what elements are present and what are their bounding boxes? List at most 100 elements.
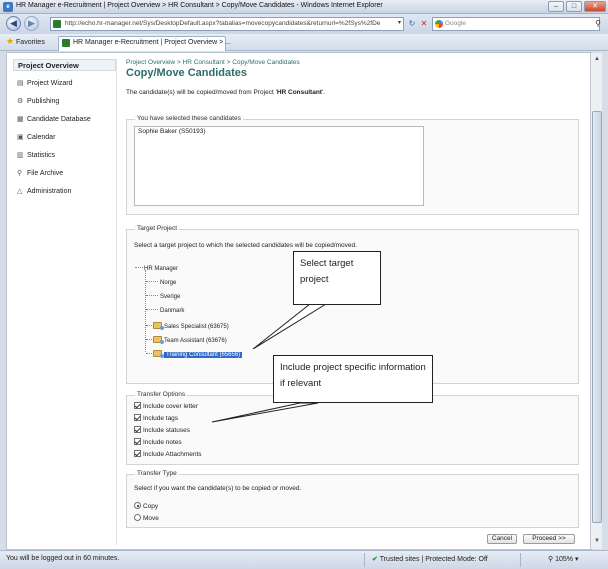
- favorites-button[interactable]: ★ Favorites: [6, 36, 45, 47]
- close-button[interactable]: ✕: [584, 1, 606, 12]
- transfer-options-panel: Transfer Options Include cover letter In…: [126, 391, 579, 465]
- tree-root[interactable]: HR Manager: [135, 266, 178, 272]
- tab-label: HR Manager e-Recruitment | Project Overv…: [73, 39, 232, 46]
- zoom-level[interactable]: ⚲ 105% ▾: [548, 555, 578, 563]
- archive-icon: ⚲: [17, 170, 23, 177]
- cancel-button[interactable]: Cancel: [487, 534, 517, 544]
- radio-unselected: [134, 514, 141, 521]
- zoom-label: 105%: [555, 556, 573, 563]
- tree-node-label-selected: Training Consultant (65656): [164, 352, 243, 358]
- tree-node-norge[interactable]: Norge: [146, 280, 176, 286]
- site-icon: [53, 20, 61, 28]
- sidebar-item-administration[interactable]: △ Administration: [17, 187, 71, 195]
- sidebar-item-file-archive[interactable]: ⚲ File Archive: [17, 169, 63, 177]
- forward-button[interactable]: ▶: [24, 16, 39, 31]
- tree-node-training-consultant[interactable]: Training Consultant (65656): [146, 350, 243, 358]
- publishing-icon: ⚙: [17, 98, 24, 105]
- sidebar-item-candidate-database[interactable]: ▦ Candidate Database: [17, 115, 91, 123]
- stop-icon[interactable]: ✕: [418, 18, 430, 30]
- radio-label: Move: [143, 515, 159, 522]
- include-attachments-checkbox[interactable]: Include Attachments: [134, 450, 202, 458]
- type-description: Select if you want the candidate(s) to b…: [134, 485, 302, 492]
- transfer-type-panel: Transfer Type Select if you want the can…: [126, 470, 579, 528]
- sidebar-heading[interactable]: Project Overview: [13, 59, 116, 71]
- browser-tab[interactable]: HR Manager e-Recruitment | Project Overv…: [58, 36, 231, 51]
- sidebar-item-statistics[interactable]: ▥ Statistics: [17, 151, 55, 159]
- options-legend: Transfer Options: [135, 391, 188, 398]
- tree-node-sverige[interactable]: Sverige: [146, 294, 180, 300]
- page-scrollbar[interactable]: ▲ ▼: [590, 53, 602, 549]
- sidebar-item-label: Administration: [27, 188, 72, 195]
- sidebar-item-publishing[interactable]: ⚙ Publishing: [17, 97, 59, 105]
- checkmark-icon: ✔: [372, 556, 378, 563]
- include-statuses-checkbox[interactable]: Include statuses: [134, 426, 190, 434]
- status-message: You will be logged out in 60 minutes.: [6, 555, 120, 562]
- scroll-up-icon[interactable]: ▲: [593, 55, 601, 63]
- copy-radio[interactable]: Copy: [134, 502, 158, 510]
- checkbox-checked: [134, 450, 141, 457]
- address-bar[interactable]: http://echo.hr-manager.net/Sys/DesktopDe…: [50, 17, 404, 31]
- tree-node-danmark[interactable]: Danmark: [146, 308, 184, 314]
- tree-node-label: Sales Specialist (63675): [164, 324, 229, 330]
- search-placeholder: Google: [445, 20, 466, 27]
- project-folder-icon: [153, 336, 164, 344]
- checkbox-label: Include notes: [143, 439, 182, 446]
- include-cover-letter-checkbox[interactable]: Include cover letter: [134, 402, 198, 410]
- favorites-label: Favorites: [16, 39, 45, 46]
- callout-select-target: Select target project: [293, 251, 381, 305]
- refresh-icon[interactable]: ↻: [406, 18, 418, 30]
- include-tags-checkbox[interactable]: Include tags: [134, 414, 178, 422]
- target-description: Select a target project to which the sel…: [134, 242, 357, 249]
- move-radio[interactable]: Move: [134, 514, 159, 522]
- target-legend: Target Project: [135, 225, 180, 232]
- window-title: HR Manager e-Recruitment | Project Overv…: [16, 2, 383, 9]
- list-item[interactable]: Sophie Baker (S50193): [135, 127, 423, 136]
- statistics-icon: ▥: [17, 152, 24, 159]
- sidebar-item-label: Publishing: [27, 98, 60, 105]
- window-titlebar: e HR Manager e-Recruitment | Project Ove…: [0, 0, 608, 14]
- proceed-button[interactable]: Proceed >>: [523, 534, 575, 544]
- back-button[interactable]: ◀: [6, 16, 21, 31]
- type-legend: Transfer Type: [135, 470, 179, 477]
- security-zone-label: Trusted sites | Protected Mode: Off: [379, 556, 488, 563]
- sidebar-item-calendar[interactable]: ▣ Calendar: [17, 133, 55, 141]
- zoom-icon: ⚲: [548, 556, 554, 563]
- sidebar-item-label: Statistics: [27, 152, 56, 159]
- tree-node-label: Norge: [160, 280, 177, 286]
- checkbox-label: Include tags: [143, 415, 179, 422]
- checkbox-checked: [134, 426, 141, 433]
- address-url: http://echo.hr-manager.net/Sys/DesktopDe…: [65, 20, 381, 27]
- tree-node-label: Sverige: [160, 294, 181, 300]
- page-title: Copy/Move Candidates: [126, 67, 248, 79]
- checkbox-label: Include statuses: [143, 427, 190, 434]
- callout-include-options: Include project specific information if …: [273, 355, 433, 403]
- breadcrumb[interactable]: Project Overview > HR Consultant > Copy/…: [126, 59, 300, 66]
- candidate-listbox[interactable]: Sophie Baker (S50193): [134, 126, 424, 206]
- info-suffix: '.: [321, 89, 325, 96]
- tree-node-sales-specialist[interactable]: Sales Specialist (63675): [146, 322, 229, 330]
- info-text: The candidate(s) will be copied/moved fr…: [126, 89, 325, 96]
- address-toolbar: ◀ ▶ http://echo.hr-manager.net/Sys/Deskt…: [0, 14, 608, 34]
- checkbox-checked: [134, 414, 141, 421]
- star-icon: ★: [6, 36, 15, 46]
- security-zone[interactable]: ✔ Trusted sites | Protected Mode: Off: [372, 555, 488, 563]
- tree-root-label: HR Manager: [144, 266, 179, 272]
- checkbox-label: Include Attachments: [143, 451, 202, 458]
- sidebar-item-label: Candidate Database: [27, 116, 91, 123]
- sidebar-item-label: Project Wizard: [27, 80, 73, 87]
- include-notes-checkbox[interactable]: Include notes: [134, 438, 182, 446]
- calendar-icon: ▣: [17, 134, 24, 141]
- search-input[interactable]: Google: [432, 17, 600, 31]
- scroll-down-icon[interactable]: ▼: [593, 537, 601, 545]
- sidebar-item-label: File Archive: [27, 170, 64, 177]
- scroll-thumb[interactable]: [592, 111, 602, 523]
- sidebar: Project Overview ▤ Project Wizard ⚙ Publis…: [13, 59, 117, 545]
- selected-legend: You have selected these candidates: [135, 115, 243, 122]
- minimize-button[interactable]: –: [548, 1, 564, 12]
- tree-node-label: Danmark: [160, 308, 185, 314]
- chevron-down-icon[interactable]: ▾: [398, 19, 401, 26]
- maximize-button[interactable]: □: [566, 1, 582, 12]
- magnifier-icon[interactable]: ⚲: [592, 18, 604, 30]
- tree-node-team-assistant[interactable]: Team Assistant (63676): [146, 336, 227, 344]
- sidebar-item-project-wizard[interactable]: ▤ Project Wizard: [17, 79, 73, 87]
